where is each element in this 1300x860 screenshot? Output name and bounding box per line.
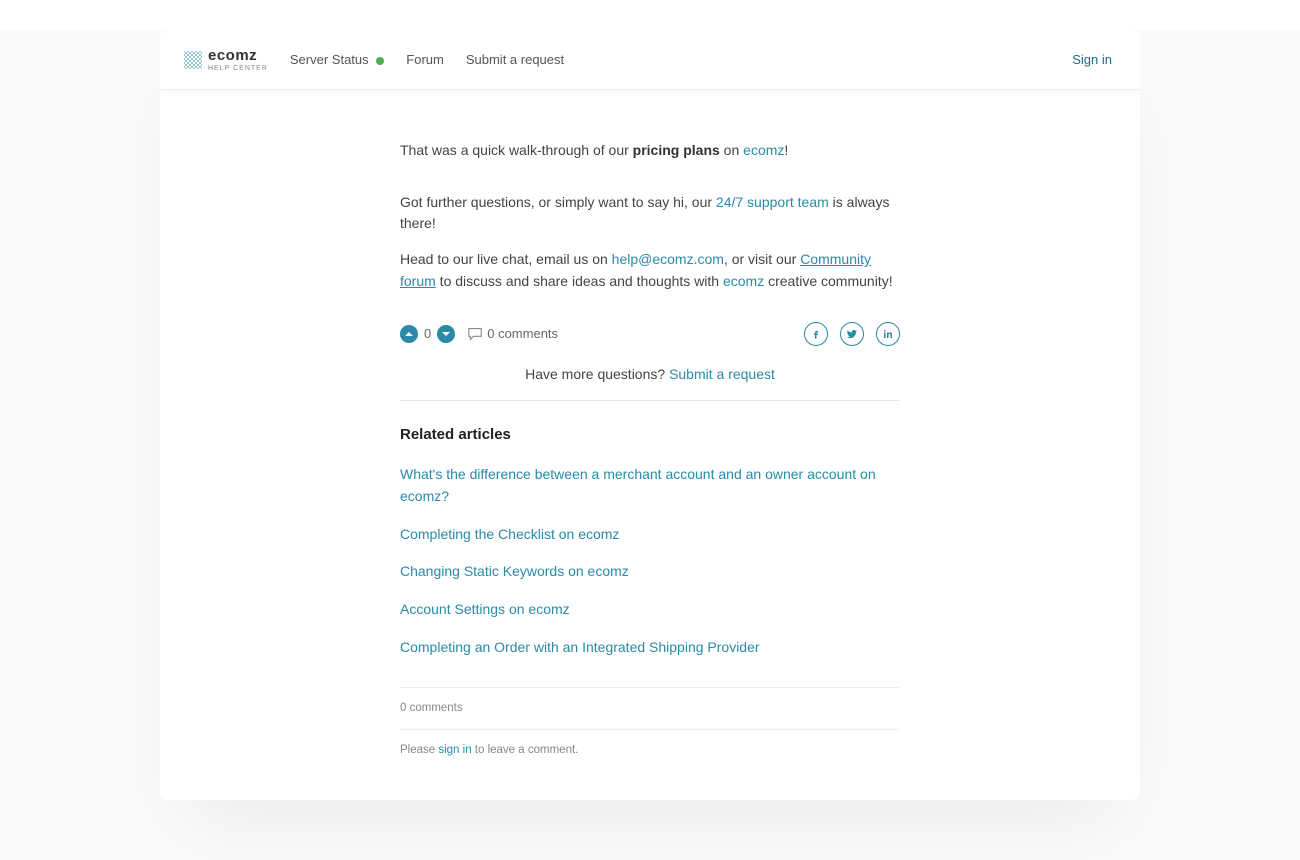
more-questions-link[interactable]: Submit a request [669, 366, 775, 382]
p1-d: ! [784, 142, 788, 158]
p2-support-link[interactable]: 24/7 support team [716, 194, 829, 210]
logo-main: ecomz [208, 48, 268, 63]
vote-group: 0 0 comments [400, 324, 558, 344]
vote-count: 0 [424, 324, 431, 344]
comment-icon [467, 327, 483, 341]
share-linkedin[interactable] [876, 322, 900, 346]
share-facebook[interactable] [804, 322, 828, 346]
related-item: Account Settings on ecomz [400, 599, 900, 621]
article-content: That was a quick walk-through of our pri… [400, 140, 900, 800]
p3-d: creative community! [764, 273, 892, 289]
meta-row: 0 0 comments [400, 322, 900, 346]
logo-dots-icon [184, 51, 202, 69]
nav-forum[interactable]: Forum [406, 52, 444, 67]
p1-a: That was a quick walk-through of our [400, 142, 633, 158]
p1-bold: pricing plans [633, 142, 720, 158]
related-item: What's the difference between a merchant… [400, 464, 900, 507]
related-link-4[interactable]: Completing an Order with an Integrated S… [400, 639, 760, 655]
page-wrap: ecomz HELP CENTER Server Status Forum Su… [0, 30, 1300, 860]
related-list: What's the difference between a merchant… [400, 464, 900, 658]
p3-a: Head to our live chat, email us on [400, 251, 612, 267]
chevron-down-icon [441, 329, 451, 339]
downvote-button[interactable] [437, 325, 455, 343]
related-link-3[interactable]: Account Settings on ecomz [400, 601, 570, 617]
more-questions-text: Have more questions? [525, 366, 669, 382]
nav: Server Status Forum Submit a request [290, 52, 564, 67]
p3-ecomz-link[interactable]: ecomz [723, 273, 764, 289]
status-dot-icon [376, 57, 384, 65]
signin-a: Please [400, 744, 438, 756]
linkedin-icon [882, 328, 894, 340]
server-status-label: Server Status [290, 52, 369, 67]
twitter-icon [846, 328, 858, 340]
header-left: ecomz HELP CENTER Server Status Forum Su… [184, 48, 564, 72]
logo-sub: HELP CENTER [208, 65, 268, 72]
related-item: Completing an Order with an Integrated S… [400, 637, 900, 659]
related-item: Completing the Checklist on ecomz [400, 524, 900, 546]
nav-submit-request[interactable]: Submit a request [466, 52, 564, 67]
comments-label: 0 comments [487, 324, 558, 344]
social-share [804, 322, 900, 346]
p3-b: , or visit our [724, 251, 800, 267]
header: ecomz HELP CENTER Server Status Forum Su… [160, 30, 1140, 90]
p2-a: Got further questions, or simply want to… [400, 194, 716, 210]
facebook-icon [810, 328, 822, 340]
upvote-button[interactable] [400, 325, 418, 343]
p3-c: to discuss and share ideas and thoughts … [436, 273, 723, 289]
paragraph-1: That was a quick walk-through of our pri… [400, 140, 900, 162]
comments-section: 0 comments Please sign in to leave a com… [400, 687, 900, 761]
comments-signin-row: Please sign in to leave a comment. [400, 742, 900, 760]
share-twitter[interactable] [840, 322, 864, 346]
paragraph-2: Got further questions, or simply want to… [400, 192, 900, 235]
more-questions: Have more questions? Submit a request [400, 364, 900, 401]
app-window: ecomz HELP CENTER Server Status Forum Su… [160, 30, 1140, 800]
p1-c: on [720, 142, 743, 158]
comments-count-row: 0 comments [400, 700, 900, 731]
logo-text: ecomz HELP CENTER [208, 48, 268, 72]
paragraph-3: Head to our live chat, email us on help@… [400, 249, 900, 292]
related-link-1[interactable]: Completing the Checklist on ecomz [400, 526, 619, 542]
nav-server-status[interactable]: Server Status [290, 52, 384, 67]
signin-link-inline[interactable]: sign in [438, 744, 471, 756]
related-link-2[interactable]: Changing Static Keywords on ecomz [400, 563, 629, 579]
comments-summary[interactable]: 0 comments [467, 324, 558, 344]
chevron-up-icon [404, 329, 414, 339]
signin-link[interactable]: Sign in [1072, 52, 1112, 67]
logo[interactable]: ecomz HELP CENTER [184, 48, 268, 72]
signin-b: to leave a comment. [472, 744, 579, 756]
related-title: Related articles [400, 423, 900, 446]
p1-ecomz-link[interactable]: ecomz [743, 142, 784, 158]
p3-email-link[interactable]: help@ecomz.com [612, 251, 724, 267]
related-link-0[interactable]: What's the difference between a merchant… [400, 466, 876, 504]
related-item: Changing Static Keywords on ecomz [400, 561, 900, 583]
